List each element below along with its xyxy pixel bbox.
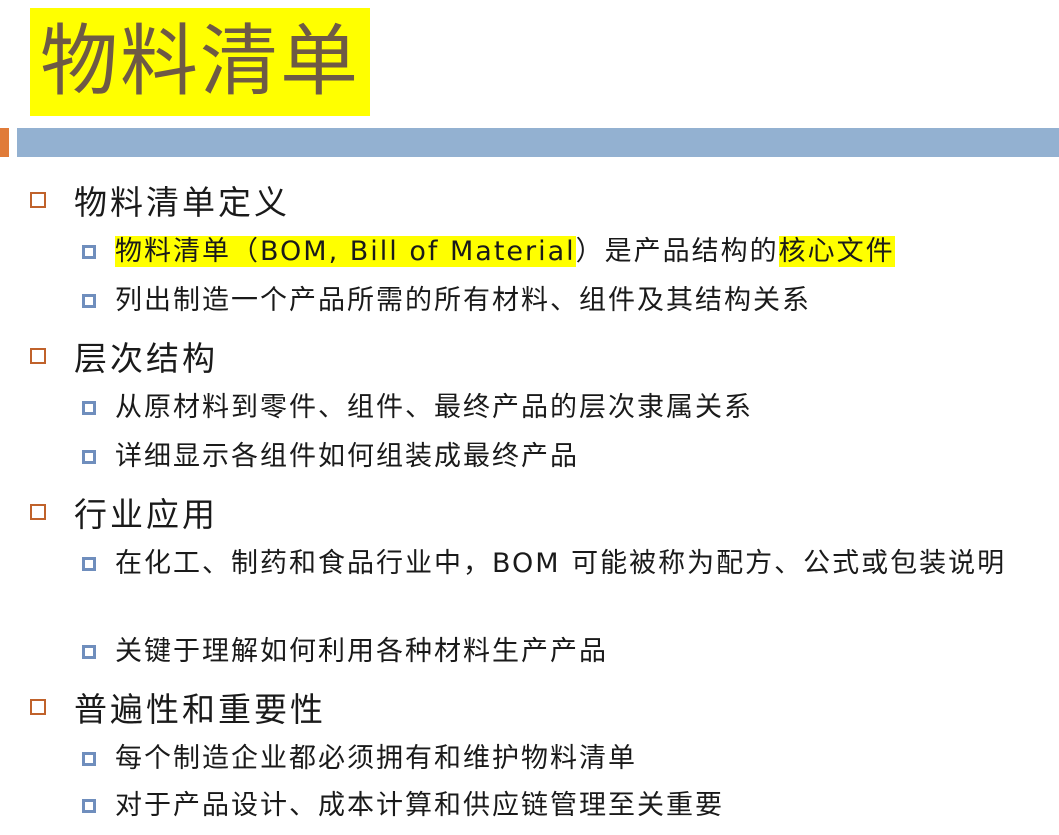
list-item: 关键于理解如何利用各种材料生产产品 xyxy=(82,632,608,672)
list-item-bom-definition: 物料清单（BOM, Bill of Material）是产品结构的核心文件 xyxy=(82,232,895,272)
section-heading-importance: 普遍性和重要性 xyxy=(30,687,326,729)
list-item-text: 列出制造一个产品所需的所有材料、组件及其结构关系 xyxy=(115,285,811,316)
section-heading-text: 普遍性和重要性 xyxy=(74,690,326,729)
list-item: 每个制造企业都必须拥有和维护物料清单 xyxy=(82,739,637,779)
highlighted-term: 物料清单（BOM, Bill of Material xyxy=(115,236,576,267)
section-heading-definition: 物料清单定义 xyxy=(30,180,290,222)
bullet-content: 物料清单定义 物料清单（BOM, Bill of Material）是产品结构的… xyxy=(0,0,1059,835)
small-square-bullet-icon xyxy=(82,752,96,766)
small-square-bullet-icon xyxy=(82,294,96,308)
list-item-text: 每个制造企业都必须拥有和维护物料清单 xyxy=(115,743,637,774)
list-item: 在化工、制药和食品行业中，BOM 可能被称为配方、公式或包装说明 xyxy=(82,544,1050,584)
square-bullet-icon xyxy=(30,699,46,715)
section-heading-text: 层次结构 xyxy=(74,339,218,378)
list-item-text: 详细显示各组件如何组装成最终产品 xyxy=(115,441,579,472)
list-item: 详细显示各组件如何组装成最终产品 xyxy=(82,437,579,477)
small-square-bullet-icon xyxy=(82,245,96,259)
list-item-text: 对于产品设计、成本计算和供应链管理至关重要 xyxy=(115,790,724,821)
small-square-bullet-icon xyxy=(82,557,96,571)
list-item-text: 物料清单（BOM, Bill of Material）是产品结构的核心文件 xyxy=(115,232,895,272)
list-item-text: 关键于理解如何利用各种材料生产产品 xyxy=(115,636,608,667)
square-bullet-icon xyxy=(30,192,46,208)
list-item: 从原材料到零件、组件、最终产品的层次隶属关系 xyxy=(82,388,753,428)
square-bullet-icon xyxy=(30,348,46,364)
small-square-bullet-icon xyxy=(82,645,96,659)
section-heading-text: 物料清单定义 xyxy=(74,183,290,222)
list-item: 列出制造一个产品所需的所有材料、组件及其结构关系 xyxy=(82,281,811,321)
section-heading-hierarchy: 层次结构 xyxy=(30,336,218,378)
list-item: 对于产品设计、成本计算和供应链管理至关重要 xyxy=(82,786,724,826)
small-square-bullet-icon xyxy=(82,799,96,813)
small-square-bullet-icon xyxy=(82,450,96,464)
list-item-text: 从原材料到零件、组件、最终产品的层次隶属关系 xyxy=(115,392,753,423)
plain-text: ）是产品结构的 xyxy=(575,236,779,267)
section-heading-text: 行业应用 xyxy=(74,495,218,534)
list-item-text: 在化工、制药和食品行业中，BOM 可能被称为配方、公式或包装说明 xyxy=(115,548,1007,579)
section-heading-industry: 行业应用 xyxy=(30,492,218,534)
highlighted-term: 核心文件 xyxy=(778,236,895,267)
small-square-bullet-icon xyxy=(82,401,96,415)
square-bullet-icon xyxy=(30,504,46,520)
